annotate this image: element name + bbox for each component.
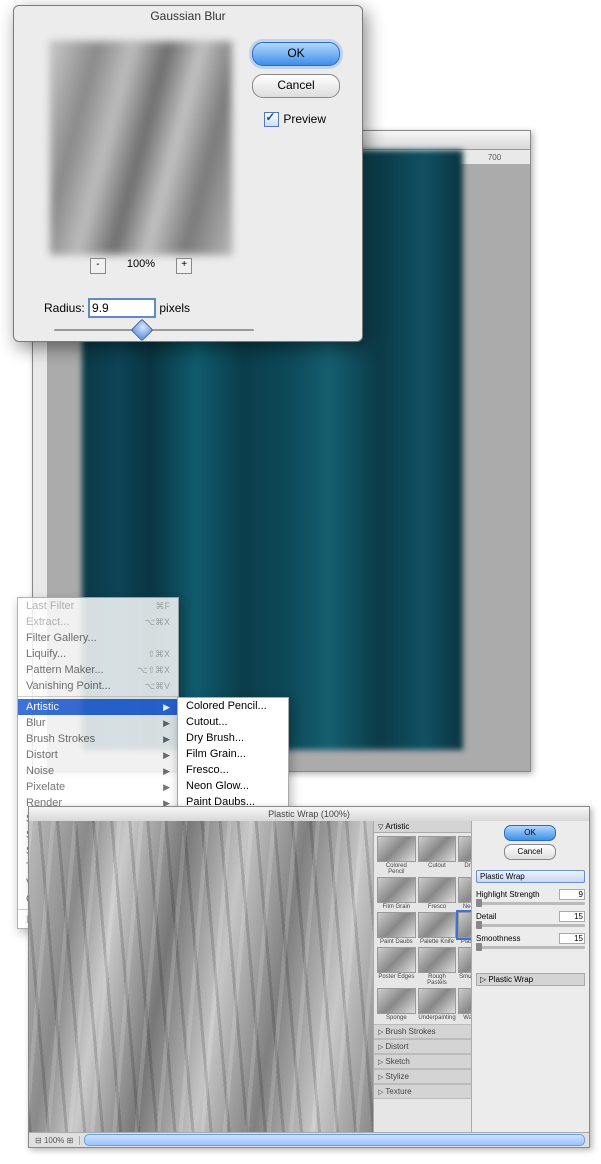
menu-item: Last Filter⌘F xyxy=(18,598,178,614)
menu-item: Extract...⌥⌘X xyxy=(18,614,178,630)
zoom-out-button[interactable]: - xyxy=(90,258,106,274)
gallery-cancel-button[interactable]: Cancel xyxy=(504,844,556,860)
filter-thumb[interactable]: Underpainting xyxy=(418,988,457,1021)
dialog-title: Gaussian Blur xyxy=(14,6,362,23)
effects-layer[interactable]: ▷ Plastic Wrap xyxy=(476,973,585,986)
filter-thumb[interactable]: Fresco xyxy=(418,877,457,910)
setting-input[interactable] xyxy=(559,911,585,922)
filter-gallery-title: Plastic Wrap (100%) xyxy=(29,807,589,822)
submenu-item[interactable]: Neon Glow... xyxy=(178,778,288,794)
menu-category[interactable]: Distort▶ xyxy=(18,747,178,763)
filter-thumb[interactable]: Sponge xyxy=(377,988,416,1021)
filter-thumb[interactable]: Palette Knife xyxy=(418,912,457,945)
radius-slider[interactable] xyxy=(54,324,254,336)
setting-slider[interactable] xyxy=(476,902,585,905)
menu-category[interactable]: Blur▶ xyxy=(18,715,178,731)
filter-thumb[interactable]: Rough Pastels xyxy=(418,947,457,986)
slider-thumb[interactable] xyxy=(131,319,154,342)
filter-thumb[interactable]: Colored Pencil xyxy=(377,836,416,875)
menu-category[interactable]: Noise▶ xyxy=(18,763,178,779)
menu-item[interactable]: Vanishing Point...⌥⌘V xyxy=(18,678,178,694)
submenu-item[interactable]: Fresco... xyxy=(178,762,288,778)
menu-category[interactable]: Artistic▶ xyxy=(18,699,178,715)
cancel-button[interactable]: Cancel xyxy=(252,74,340,98)
filter-select[interactable]: Plastic Wrap xyxy=(476,870,585,883)
gallery-zoom[interactable]: ⊟ 100% ⊞ xyxy=(29,1136,80,1145)
filter-thumb[interactable]: Cutout xyxy=(418,836,457,875)
preview-checkbox[interactable] xyxy=(264,112,279,127)
radius-label: Radius: xyxy=(44,301,85,315)
radius-control: Radius: pixels xyxy=(44,298,190,318)
filter-thumb[interactable]: Poster Edges xyxy=(377,947,416,986)
filter-gallery-window: Plastic Wrap (100%) Artistic Colored Pen… xyxy=(28,806,590,1148)
zoom-controls: - 100% + xyxy=(50,258,232,274)
submenu-item[interactable]: Film Grain... xyxy=(178,746,288,762)
setting-row: Highlight Strength xyxy=(476,889,585,900)
filter-gallery-statusbar: ⊟ 100% ⊞ xyxy=(29,1132,589,1147)
preview-checkbox-row[interactable]: Preview xyxy=(264,112,326,127)
menu-category[interactable]: Pixelate▶ xyxy=(18,779,178,795)
filter-thumb[interactable]: Paint Daubs xyxy=(377,912,416,945)
zoom-level: 100% xyxy=(127,258,155,270)
setting-slider[interactable] xyxy=(476,946,585,949)
preview-label: Preview xyxy=(283,112,326,126)
ok-button[interactable]: OK xyxy=(252,42,340,66)
submenu-item[interactable]: Colored Pencil... xyxy=(178,698,288,714)
gaussian-blur-dialog: Gaussian Blur - 100% + Radius: pixels OK… xyxy=(13,5,363,342)
submenu-item[interactable]: Dry Brush... xyxy=(178,730,288,746)
menu-item[interactable]: Pattern Maker...⌥⇧⌘X xyxy=(18,662,178,678)
filter-thumb[interactable]: Film Grain xyxy=(377,877,416,910)
setting-row: Detail xyxy=(476,911,585,922)
setting-input[interactable] xyxy=(559,889,585,900)
setting-slider[interactable] xyxy=(476,924,585,927)
setting-row: Smoothness xyxy=(476,933,585,944)
menu-category[interactable]: Brush Strokes▶ xyxy=(18,731,178,747)
submenu-item[interactable]: Cutout... xyxy=(178,714,288,730)
horizontal-scrollbar[interactable] xyxy=(84,1134,585,1146)
filter-preview[interactable] xyxy=(50,41,232,255)
radius-unit: pixels xyxy=(159,301,190,315)
setting-input[interactable] xyxy=(559,933,585,944)
radius-input[interactable] xyxy=(88,298,156,318)
filter-settings-panel: OK Cancel Plastic Wrap Highlight Strengt… xyxy=(471,821,589,1133)
menu-item[interactable]: Liquify...⇧⌘X xyxy=(18,646,178,662)
gallery-ok-button[interactable]: OK xyxy=(504,825,556,841)
menu-item[interactable]: Filter Gallery... xyxy=(18,630,178,646)
zoom-in-button[interactable]: + xyxy=(176,258,192,274)
filter-gallery-preview[interactable] xyxy=(29,821,373,1133)
